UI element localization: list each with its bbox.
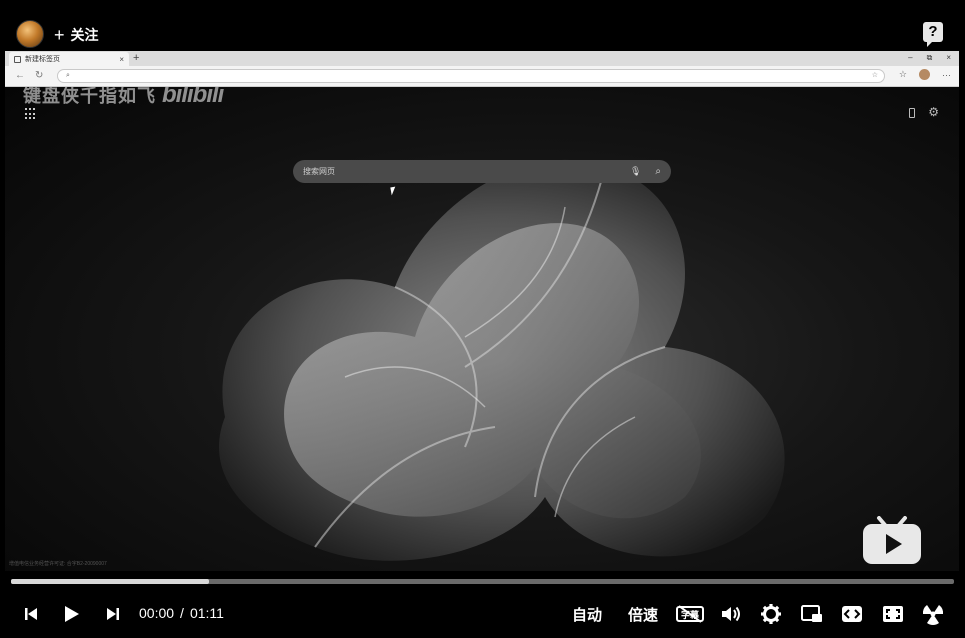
- widescreen-icon: [842, 606, 862, 622]
- minimize-icon: –: [908, 53, 913, 62]
- address-bar: ⌕ ☆: [57, 69, 885, 83]
- browser-tab-title: 新建标签页: [25, 56, 60, 63]
- progress-fill: [11, 579, 210, 584]
- window-close-icon: ×: [946, 53, 951, 62]
- volume-icon: [722, 606, 740, 622]
- settings-button[interactable]: [758, 596, 784, 632]
- search-icon: ⌕: [655, 166, 661, 177]
- browser-tab-strip: 新建标签页 × + – ⧉ ×: [5, 51, 959, 66]
- reload-icon: ↻: [35, 70, 44, 81]
- watermark-brand: bilibili: [162, 87, 224, 108]
- watermark-text: 键盘侠千指如飞: [23, 87, 156, 106]
- uploader-avatar[interactable]: [16, 20, 44, 48]
- restore-icon: ⧉: [926, 53, 933, 62]
- new-tab-page: 键盘侠千指如飞 bilibili ⚙ 搜索网页 🎙 ⌕ 增值电信业务经营许可证: …: [5, 87, 959, 571]
- web-fullscreen-icon: [883, 606, 903, 622]
- bookmark-icon: ☆: [871, 72, 878, 79]
- browser-tab: 新建标签页 ×: [9, 52, 129, 66]
- previous-button[interactable]: [18, 596, 44, 632]
- follow-button[interactable]: + 关注: [54, 25, 99, 45]
- apps-grid-icon: [25, 108, 37, 120]
- help-icon[interactable]: ?: [923, 22, 943, 47]
- new-tab-icon: +: [133, 52, 140, 64]
- fullscreen-icon: [922, 605, 944, 625]
- ntp-search-placeholder: 搜索网页: [303, 167, 335, 176]
- widescreen-button[interactable]: [839, 596, 865, 632]
- video-frame[interactable]: 新建标签页 × + – ⧉ × ← ↻ ⌕ ☆ ☆ ··· 键盘侠千指如飞 bi…: [5, 51, 959, 571]
- time-separator: /: [180, 605, 184, 621]
- toolbar-right: ☆ ···: [899, 69, 951, 80]
- time-display: 00:00 / 01:11: [139, 605, 224, 621]
- webfullscreen-button[interactable]: [880, 596, 906, 632]
- follow-label: 关注: [70, 27, 99, 43]
- video-watermark: 键盘侠千指如飞 bilibili: [23, 87, 224, 109]
- gear-icon: [761, 604, 781, 624]
- duration: 01:11: [189, 605, 224, 621]
- volume-button[interactable]: [718, 596, 744, 632]
- quality-button[interactable]: 自动: [566, 596, 608, 632]
- back-icon: ←: [15, 70, 25, 81]
- phone-icon: [909, 108, 915, 118]
- picture-in-picture-icon: [801, 605, 822, 622]
- browser-toolbar: ← ↻ ⌕ ☆ ☆ ···: [5, 66, 959, 87]
- skip-back-icon: [25, 608, 37, 620]
- play-icon: [65, 606, 79, 622]
- profile-avatar: [919, 69, 930, 80]
- subtitle-button[interactable]: 字幕: [674, 596, 706, 632]
- subtitle-off-icon: 字幕: [676, 605, 704, 623]
- address-search-icon: ⌕: [66, 72, 70, 79]
- ntp-search-bar: 搜索网页 🎙 ⌕: [293, 160, 671, 183]
- bilibili-tv-icon: [863, 516, 921, 564]
- mic-icon: 🎙: [629, 166, 642, 176]
- player-controls: 00:00 / 01:11 自动 倍速 字幕: [0, 596, 965, 632]
- speed-button[interactable]: 倍速: [622, 596, 664, 632]
- more-icon: ···: [942, 69, 951, 80]
- current-time: 00:00: [139, 605, 175, 621]
- play-button[interactable]: [58, 596, 84, 632]
- next-button[interactable]: [100, 596, 126, 632]
- favorites-icon: ☆: [898, 69, 907, 79]
- window-controls: – ⧉ ×: [908, 53, 951, 63]
- settings-gear-icon: ⚙: [928, 105, 939, 119]
- fullscreen-button[interactable]: [920, 596, 946, 632]
- page-icon: [14, 55, 21, 63]
- progress-bar[interactable]: [11, 579, 954, 584]
- wallpaper-bloom: [219, 159, 785, 561]
- pip-button[interactable]: [799, 596, 825, 632]
- plus-icon: +: [54, 25, 65, 45]
- skip-forward-icon: [107, 608, 119, 620]
- uploader-bar: + 关注 ?: [0, 0, 965, 50]
- close-icon: ×: [119, 54, 124, 64]
- license-text: 增值电信业务经营许可证: 合字B2-20090007: [9, 561, 107, 567]
